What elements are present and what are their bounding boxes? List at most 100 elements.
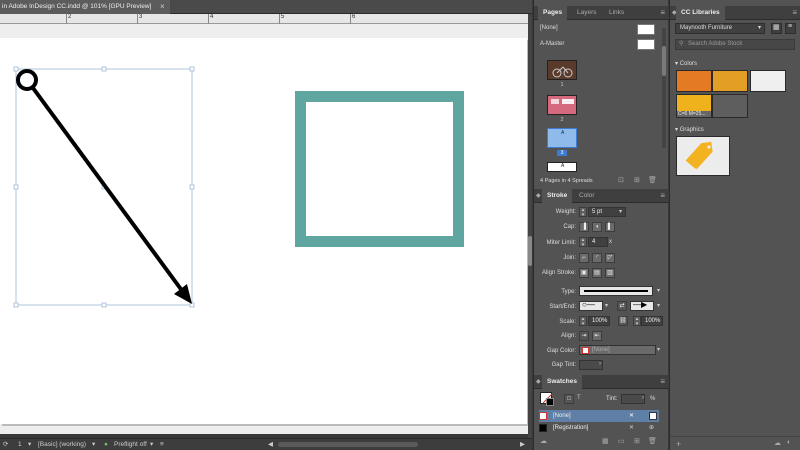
library-color-chip[interactable] <box>676 70 712 92</box>
canvas-artwork[interactable] <box>0 24 528 434</box>
chevron-right-icon[interactable]: › <box>642 395 644 401</box>
arrow-line[interactable] <box>31 86 185 294</box>
folder-icon[interactable]: ▭ <box>618 437 625 445</box>
page-number[interactable]: 1 <box>18 439 22 450</box>
stroke-proxy[interactable] <box>546 398 554 406</box>
chevron-down-icon[interactable]: ▾ <box>657 287 660 294</box>
menu-icon[interactable]: ≡ <box>792 9 797 17</box>
style-dropdown[interactable]: [Basic] (working) <box>38 439 86 450</box>
tab-layers[interactable]: Layers <box>572 6 602 20</box>
scroll-left-icon[interactable]: ◀ <box>268 439 273 450</box>
scroll-thumb[interactable] <box>528 236 532 266</box>
library-color-chip[interactable]: C=6 M=25... <box>676 94 712 118</box>
list-view-icon[interactable]: ≡ <box>785 23 796 34</box>
library-select[interactable]: Maynooth Furniture ▾ <box>675 23 765 34</box>
arrow-start-circle[interactable] <box>16 69 38 91</box>
cc-sync-icon[interactable]: ☁ <box>774 439 781 447</box>
tab-color[interactable]: Color <box>574 189 600 203</box>
tab-cc-libraries[interactable]: CC Libraries <box>676 6 725 20</box>
teal-rectangle[interactable] <box>295 91 464 247</box>
projecting-cap-icon[interactable]: ▌ <box>605 222 615 232</box>
close-icon[interactable]: × <box>160 0 165 14</box>
library-color-chip[interactable] <box>712 70 748 92</box>
chevron-down-icon[interactable]: ▾ <box>605 302 608 309</box>
round-join-icon[interactable]: ◜ <box>592 253 602 263</box>
arrowhead[interactable] <box>174 284 192 304</box>
graphics-section-header[interactable]: ▾ Graphics <box>675 126 704 133</box>
stock-search-input[interactable]: ⚲ Search Adobe Stock <box>675 39 795 50</box>
page-thumb-3[interactable]: A <box>547 128 577 148</box>
trash-icon[interactable]: 🗑 <box>648 437 657 445</box>
gap-color-select[interactable]: [None] <box>579 345 656 355</box>
align-inside-icon[interactable]: ▤ <box>592 268 602 278</box>
none-master-thumb[interactable] <box>637 24 655 35</box>
new-swatch-icon[interactable]: ⊞ <box>634 437 640 445</box>
swatch-row[interactable]: [Registration] ✕ ⊕ <box>539 422 659 434</box>
chevron-down-icon[interactable]: ▾ <box>150 439 153 450</box>
formatting-container-icon[interactable]: □ <box>564 394 574 404</box>
align-center-icon[interactable]: ▣ <box>579 268 589 278</box>
scale-start-stepper[interactable]: ▴ ▾ <box>579 316 587 327</box>
butt-cap-icon[interactable]: ▐ <box>579 222 589 232</box>
page-nav-icon[interactable]: ⟳ <box>3 439 8 450</box>
collapse-icon[interactable]: ◆ <box>536 189 541 203</box>
page-thumb-4[interactable]: A <box>547 162 577 172</box>
end-cap-select[interactable]: —▶ <box>630 300 654 311</box>
chevron-down-icon[interactable]: ▾ <box>92 439 95 450</box>
scroll-thumb[interactable] <box>662 46 666 76</box>
chevron-down-icon[interactable]: ▾ <box>657 346 660 353</box>
chevron-right-icon[interactable]: › <box>599 361 601 367</box>
scroll-right-icon[interactable]: ▶ <box>520 439 525 450</box>
bevel-join-icon[interactable]: ◸ <box>605 253 615 263</box>
plus-icon[interactable]: + <box>676 439 681 449</box>
round-cap-icon[interactable]: ◖ <box>592 222 602 232</box>
pages-scrollbar[interactable] <box>662 28 666 148</box>
menu-icon[interactable]: ≡ <box>660 378 665 386</box>
preflight-status[interactable]: Preflight off <box>114 439 147 450</box>
colors-section-header[interactable]: ▾ Colors <box>675 60 697 67</box>
link-icon[interactable]: ⛓ <box>618 316 628 326</box>
none-master[interactable]: [None] <box>540 25 558 31</box>
text-format-icon[interactable]: T <box>577 395 581 401</box>
scale-end-stepper[interactable]: ▴ ▾ <box>633 316 641 327</box>
tab-swatches[interactable]: Swatches <box>542 375 582 389</box>
tab-pages[interactable]: Pages <box>538 6 568 20</box>
preflight-menu-icon[interactable]: ≡ <box>160 439 164 450</box>
a-master-thumb[interactable] <box>637 39 655 50</box>
show-all-icon[interactable]: ▦ <box>602 437 609 445</box>
start-cap-select[interactable]: ○— <box>579 300 603 311</box>
scale-end-field[interactable]: 100% <box>641 316 663 326</box>
collapse-icon[interactable]: ◆ <box>536 375 541 389</box>
align-outside-icon[interactable]: ▥ <box>605 268 615 278</box>
stroke-type-select[interactable] <box>579 286 653 296</box>
grid-view-icon[interactable]: ▦ <box>771 23 782 34</box>
library-color-chip[interactable] <box>750 70 786 92</box>
trash-icon[interactable]: 🗑 <box>648 176 657 184</box>
edit-page-size-icon[interactable]: ⊡ <box>618 176 624 184</box>
horizontal-ruler[interactable]: 2 3 4 5 6 <box>0 14 530 24</box>
tab-links[interactable]: Links <box>604 6 629 20</box>
cc-sync-icon[interactable]: ☁ <box>540 437 547 445</box>
chevron-down-icon[interactable]: ▾ <box>619 208 622 215</box>
swap-ends-icon[interactable]: ⇄ <box>617 301 627 311</box>
a-master[interactable]: A-Master <box>540 41 564 47</box>
arrow-inside-icon[interactable]: ⇤ <box>592 331 602 341</box>
miter-join-icon[interactable]: ⌐ <box>579 253 589 263</box>
chevron-down-icon[interactable]: ▾ <box>657 302 660 309</box>
weight-stepper[interactable]: ▴ ▾ <box>579 207 587 218</box>
library-color-chip[interactable] <box>712 94 748 118</box>
new-page-icon[interactable]: ⊞ <box>634 176 640 184</box>
library-graphic[interactable] <box>676 136 730 176</box>
document-tab[interactable]: in Adobe InDesign CC.indd @ 101% [GPU Pr… <box>0 0 170 14</box>
page-thumb-2[interactable] <box>547 95 577 115</box>
tab-stroke[interactable]: Stroke <box>542 189 573 203</box>
stock-icon[interactable]: ◐ <box>787 439 791 446</box>
page-thumb-1[interactable] <box>547 60 577 80</box>
menu-icon[interactable]: ≡ <box>660 192 665 200</box>
scale-start-field[interactable]: 100% <box>588 316 610 326</box>
chevron-down-icon[interactable]: ▾ <box>28 439 31 450</box>
horizontal-scrollbar[interactable] <box>278 442 418 447</box>
menu-icon[interactable]: ≡ <box>660 9 665 17</box>
arrow-extend-icon[interactable]: ⇥ <box>579 331 589 341</box>
vertical-scrollbar[interactable] <box>528 14 532 440</box>
